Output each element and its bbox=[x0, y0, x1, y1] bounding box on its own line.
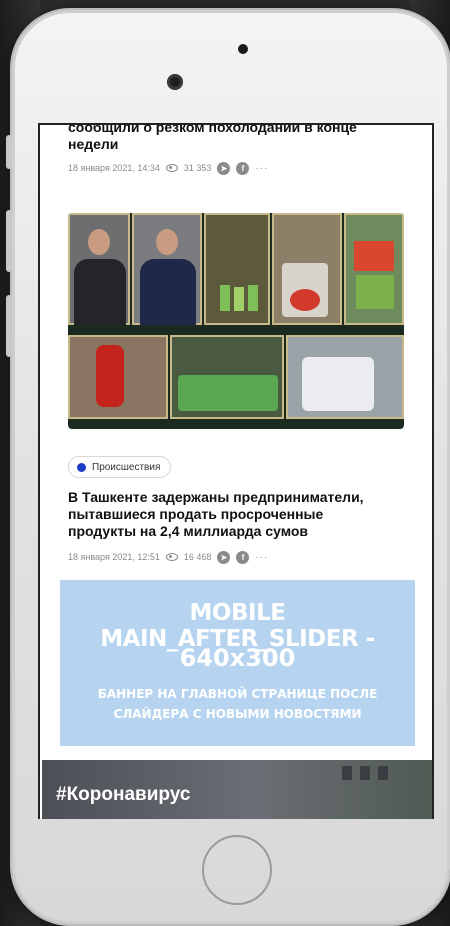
article-title-main-line1: В Ташкенте задержаны предприниматели, bbox=[68, 489, 364, 505]
article-views: 31 353 bbox=[183, 163, 212, 173]
more-icon[interactable]: ··· bbox=[255, 552, 268, 563]
banner-line2: 640x300 bbox=[179, 644, 296, 672]
product-label bbox=[290, 289, 320, 311]
stall-goods bbox=[354, 241, 394, 271]
person-body bbox=[140, 259, 196, 325]
person-head bbox=[156, 229, 178, 255]
bottle bbox=[220, 285, 230, 311]
jar bbox=[96, 345, 124, 407]
building-window bbox=[378, 766, 388, 780]
banner-description: БАННЕР НА ГЛАВНОЙ СТРАНИЦЕ ПОСЛЕ СЛАЙДЕР… bbox=[60, 684, 415, 724]
speaker-dot bbox=[238, 44, 248, 54]
photo-suspect-2 bbox=[132, 213, 202, 325]
article-title-top-line2: недели bbox=[68, 136, 119, 152]
photo-market-stall bbox=[344, 213, 404, 325]
bottle bbox=[248, 285, 258, 311]
eye-icon bbox=[165, 164, 178, 172]
van bbox=[302, 357, 374, 411]
photo-suspect-1 bbox=[68, 213, 130, 325]
person-head bbox=[88, 229, 110, 255]
stall-goods bbox=[356, 275, 394, 309]
jar-stacks bbox=[178, 375, 278, 411]
photo-bottles bbox=[204, 213, 270, 325]
banner-line3: БАННЕР НА ГЛАВНОЙ СТРАНИЦЕ ПОСЛЕ bbox=[97, 687, 378, 701]
section-coronavirus[interactable]: #Коронавирус bbox=[42, 760, 432, 819]
bottle bbox=[234, 287, 244, 311]
telegram-icon[interactable]: ➤ bbox=[217, 550, 231, 564]
building-window bbox=[360, 766, 370, 780]
article-date: 18 января 2021, 12:51 bbox=[68, 552, 160, 562]
category-dot-icon bbox=[77, 462, 86, 472]
ad-banner-placeholder[interactable]: MOBILE MAIN_AFTER_SLIDER - 640x300 БАННЕ… bbox=[60, 580, 415, 746]
volume-up-button bbox=[6, 210, 12, 272]
facebook-icon[interactable]: f bbox=[236, 161, 250, 175]
photo-warehouse-jars bbox=[170, 335, 284, 419]
building-window bbox=[342, 766, 352, 780]
article-title-main-line3: продукты на 2,4 миллиарда сумов bbox=[68, 523, 309, 539]
phone-screen: сообщили о резком похолодании в конце не… bbox=[38, 123, 434, 819]
home-button[interactable] bbox=[202, 835, 272, 905]
volume-down-button bbox=[6, 295, 12, 357]
eye-icon bbox=[165, 553, 178, 561]
article-meta-main: 18 января 2021, 12:51 16 468 ➤ f ··· bbox=[68, 550, 268, 564]
telegram-icon[interactable]: ➤ bbox=[217, 161, 231, 175]
photo-product-box bbox=[272, 213, 342, 325]
more-icon[interactable]: ··· bbox=[255, 163, 268, 174]
mute-switch bbox=[6, 135, 12, 169]
article-title-main[interactable]: В Ташкенте задержаны предприниматели, пы… bbox=[68, 489, 408, 540]
section-hashtag: #Коронавирус bbox=[56, 784, 191, 805]
category-tag[interactable]: Происшествия bbox=[68, 456, 172, 478]
facebook-icon[interactable]: f bbox=[236, 550, 250, 564]
article-views: 16 468 bbox=[183, 552, 212, 562]
front-camera bbox=[167, 74, 183, 90]
article-meta-top: 18 января 2021, 14:34 31 353 ➤ f ··· bbox=[68, 161, 268, 175]
article-title-top[interactable]: сообщили о резком похолодании в конце не… bbox=[68, 123, 408, 153]
category-label: Происшествия bbox=[92, 461, 161, 473]
person-body bbox=[74, 259, 126, 325]
article-date: 18 января 2021, 14:34 bbox=[68, 163, 160, 173]
banner-line4: СЛАЙДЕРА С НОВЫМИ НОВОСТЯМИ bbox=[113, 707, 362, 721]
photo-tomato-paste-jar bbox=[68, 335, 168, 419]
article-image-collage[interactable] bbox=[68, 213, 404, 429]
article-title-top-line1: сообщили о резком похолодании в конце bbox=[68, 123, 357, 135]
article-title-main-line2: пытавшиеся продать просроченные bbox=[68, 506, 324, 522]
photo-van bbox=[286, 335, 404, 419]
